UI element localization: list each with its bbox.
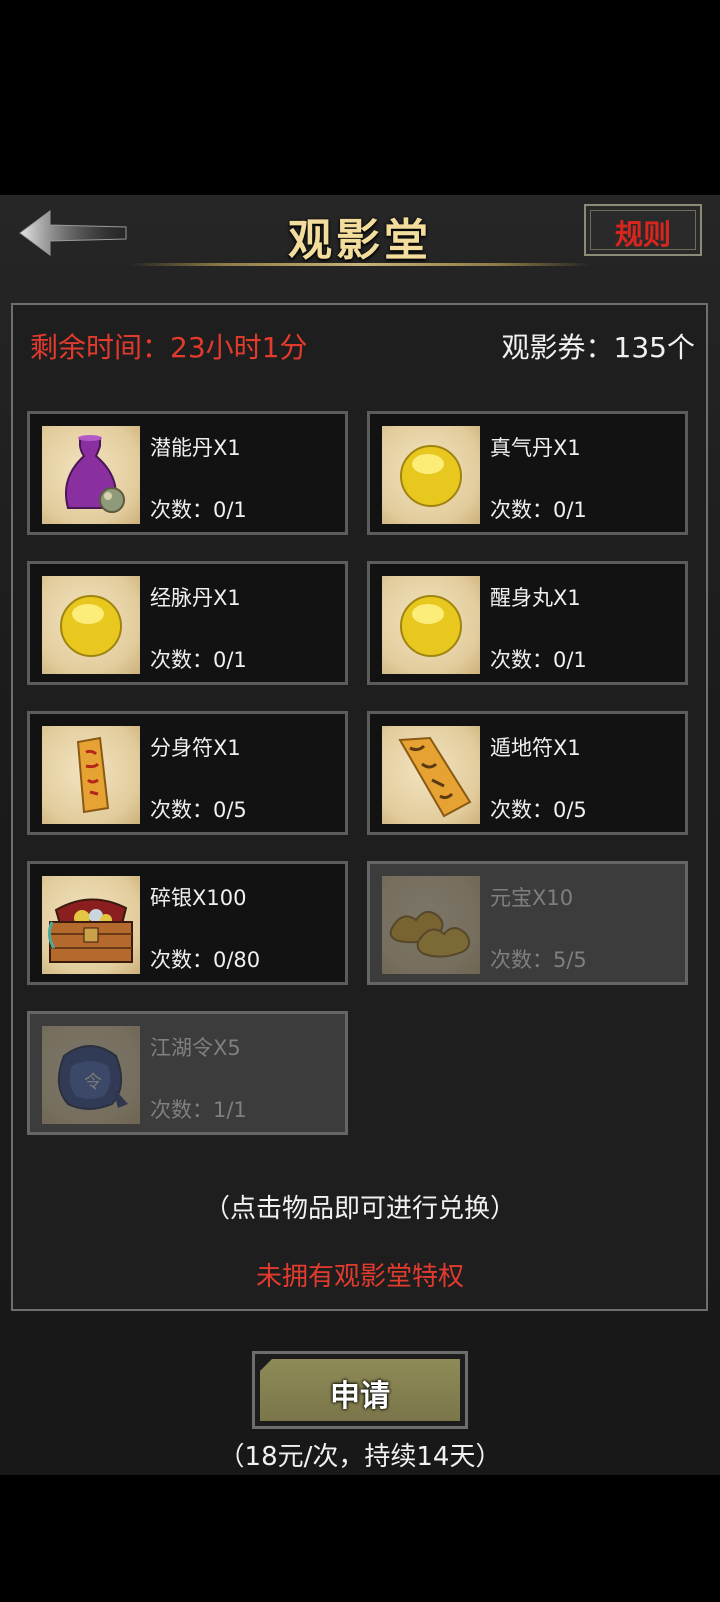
item-card-fenshen[interactable]: 分身符X1 次数：0/5 [27,711,348,835]
apply-button[interactable]: 申请 [252,1351,468,1429]
item-name: 碎银X100 [150,886,247,910]
item-card-jianghuling[interactable]: 令 江湖令X5 次数：1/1 [27,1011,348,1135]
item-card-zhenqi[interactable]: 真气丹X1 次数：0/1 [367,411,688,535]
item-count: 次数：0/1 [150,498,247,522]
item-count: 次数：1/1 [150,1098,247,1122]
purple-vase-icon [42,426,140,524]
item-count: 次数：0/1 [150,648,247,672]
gold-ingot-icon [382,876,480,974]
item-card-suiyin[interactable]: 碎银X100 次数：0/80 [27,861,348,985]
talisman-icon [42,726,140,824]
rules-button[interactable]: 规则 [584,204,702,256]
treasure-chest-icon [42,876,140,974]
item-name: 醒身丸X1 [490,586,581,610]
apply-label: 申请 [330,1379,390,1414]
item-name: 江湖令X5 [150,1036,241,1060]
talisman-icon [382,726,480,824]
item-name: 经脉丹X1 [150,586,241,610]
item-count: 次数：5/5 [490,948,587,972]
svg-text:令: 令 [84,1072,102,1093]
exchange-hint: （点击物品即可进行兑换） [203,1194,516,1224]
item-count: 次数：0/5 [490,798,587,822]
item-name: 分身符X1 [150,736,241,760]
golden-pill-icon [42,576,140,674]
item-name: 元宝X10 [490,886,574,910]
item-name: 潜能丹X1 [150,436,241,460]
remaining-time: 剩余时间：23小时1分 [30,331,308,364]
golden-pill-icon [382,426,480,524]
item-count: 次数：0/1 [490,498,587,522]
item-card-yuanbao[interactable]: 元宝X10 次数：5/5 [367,861,688,985]
price-note: （18元/次，持续14天） [218,1442,502,1472]
ticket-count: 观影券：135个 [501,331,695,364]
title-divider [130,263,590,266]
item-count: 次数：0/1 [490,648,587,672]
rules-label: 规则 [614,218,671,251]
golden-pill-icon [382,576,480,674]
item-card-dundi[interactable]: 遁地符X1 次数：0/5 [367,711,688,835]
item-card-xingshen[interactable]: 醒身丸X1 次数：0/1 [367,561,688,685]
item-card-qianneng[interactable]: 潜能丹X1 次数：0/1 [27,411,348,535]
privilege-status: 未拥有观影堂特权 [255,1262,464,1292]
item-name: 遁地符X1 [490,736,581,760]
item-count: 次数：0/80 [150,948,261,972]
item-count: 次数：0/5 [150,798,247,822]
item-name: 真气丹X1 [490,436,581,460]
item-card-jingmai[interactable]: 经脉丹X1 次数：0/1 [27,561,348,685]
token-pouch-icon: 令 [42,1026,140,1124]
